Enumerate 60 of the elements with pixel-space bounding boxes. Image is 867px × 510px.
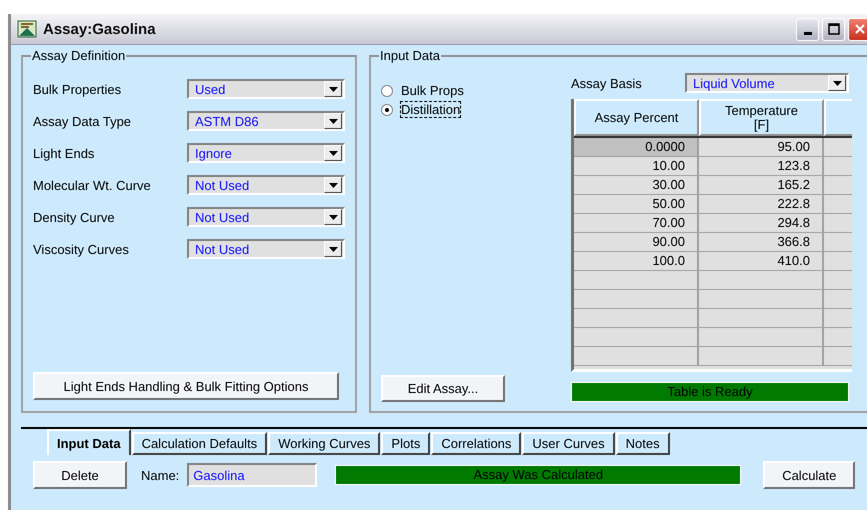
radio-label[interactable]: Bulk Props	[401, 83, 464, 98]
radio-button[interactable]	[381, 104, 393, 116]
tab[interactable]: Working Curves	[268, 432, 380, 455]
table-cell[interactable]: 95.00	[699, 138, 824, 156]
table-cell[interactable]: 294.8	[699, 214, 824, 232]
window-title: Assay:Gasolina	[43, 20, 156, 38]
field-label: Bulk Properties	[33, 82, 122, 96]
dropdown[interactable]: Not Used	[187, 207, 345, 227]
field-label: Light Ends	[33, 146, 94, 160]
calculate-button[interactable]: Calculate	[763, 461, 856, 489]
dropdown[interactable]: Not Used	[187, 239, 345, 259]
close-icon	[854, 23, 866, 35]
column-header[interactable]: Assay Percent	[574, 99, 699, 136]
radio-label[interactable]: Distillation	[401, 102, 460, 117]
field-label: Name:	[141, 468, 180, 482]
tab[interactable]: User Curves	[522, 432, 615, 455]
empty-column-header	[824, 99, 852, 136]
table-cell[interactable]: 50.00	[574, 195, 699, 213]
dropdown[interactable]: Not Used	[187, 175, 345, 195]
table-cell[interactable]: 10.00	[574, 157, 699, 175]
dropdown[interactable]: Liquid Volume	[685, 73, 849, 93]
table-cell[interactable]: 222.8	[699, 195, 824, 213]
dropdown[interactable]: Used	[187, 79, 345, 99]
name-field[interactable]: Gasolina	[187, 463, 318, 487]
column-header[interactable]: Temperature [F]	[699, 99, 824, 136]
field-label: Assay Data Type	[33, 114, 132, 128]
status-bar: Table is Ready	[571, 382, 849, 402]
table-cell[interactable]: 100.0	[574, 252, 699, 270]
maximize-icon	[828, 23, 840, 35]
table-cell[interactable]: 30.00	[574, 176, 699, 194]
minimize-icon	[804, 32, 812, 34]
tab[interactable]: Input Data	[47, 429, 131, 455]
table-cell[interactable]: 90.00	[574, 233, 699, 251]
tab[interactable]: Plots	[381, 432, 430, 455]
field-label: Viscosity Curves	[33, 242, 129, 256]
tab[interactable]: Notes	[616, 432, 670, 455]
app-icon	[17, 20, 37, 38]
dropdown[interactable]: Ignore	[187, 143, 345, 163]
minimize-button[interactable]	[796, 18, 819, 40]
tab[interactable]: Correlations	[431, 432, 522, 455]
edit-assay-button[interactable]: Edit Assay...	[381, 375, 505, 402]
dropdown[interactable]: ASTM D86	[187, 111, 345, 131]
delete-button[interactable]: Delete	[33, 461, 127, 489]
field-label: Molecular Wt. Curve	[33, 178, 151, 192]
table-cell[interactable]: 0.0000	[574, 138, 699, 156]
field-label: Density Curve	[33, 210, 115, 224]
table-cell[interactable]: 165.2	[699, 176, 824, 194]
field-label: Assay Basis	[571, 76, 642, 90]
table-cell[interactable]: 410.0	[699, 252, 824, 270]
table-cell[interactable]: 366.8	[699, 233, 824, 251]
group-title: Assay Definition	[31, 48, 126, 63]
status-bar: Assay Was Calculated	[335, 465, 742, 485]
table-cell[interactable]: 70.00	[574, 214, 699, 232]
radio-button[interactable]	[381, 84, 393, 96]
options-button[interactable]: Light Ends Handling & Bulk Fitting Options	[33, 372, 339, 400]
table-cell[interactable]: 123.8	[699, 157, 824, 175]
tab[interactable]: Calculation Defaults	[132, 432, 268, 455]
maximize-button[interactable]	[822, 18, 845, 40]
group-title: Input Data	[379, 48, 441, 63]
close-button[interactable]	[848, 18, 867, 40]
